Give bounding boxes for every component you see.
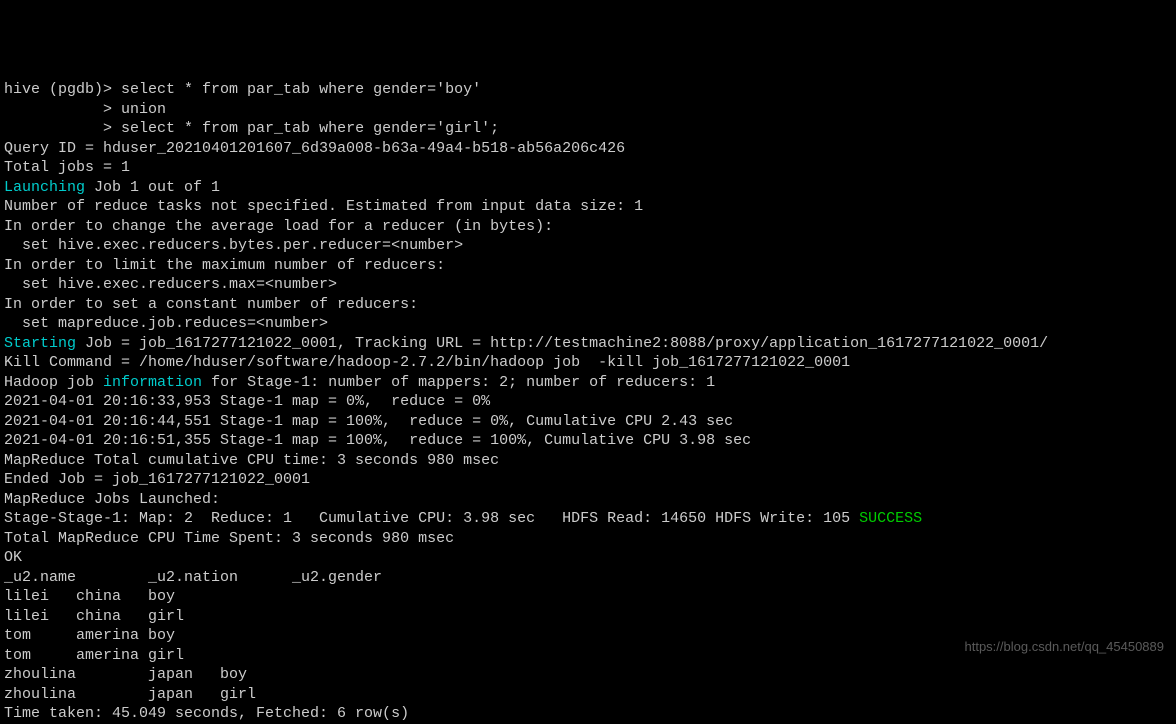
progress-line: 2021-04-01 20:16:51,355 Stage-1 map = 10…: [4, 432, 751, 449]
starting-rest: Job = job_1617277121022_0001, Tracking U…: [76, 335, 1048, 352]
result-row: tom amerina girl: [4, 647, 184, 664]
starting-keyword: Starting: [4, 335, 76, 352]
result-row: lilei china boy: [4, 588, 175, 605]
result-row: lilei china girl: [4, 608, 184, 625]
limit-max-hint: In order to limit the maximum number of …: [4, 257, 445, 274]
information-keyword: information: [103, 374, 202, 391]
time-taken: Time taken: 45.049 seconds, Fetched: 6 r…: [4, 705, 409, 722]
result-header: _u2.name _u2.nation _u2.gender: [4, 569, 382, 586]
prompt-cont: >: [4, 120, 121, 137]
result-row: tom amerina boy: [4, 627, 175, 644]
watermark: https://blog.csdn.net/qq_45450889: [965, 639, 1165, 656]
total-jobs: Total jobs = 1: [4, 159, 130, 176]
avg-load-hint: In order to change the average load for …: [4, 218, 553, 235]
set-bytes-hint: set hive.exec.reducers.bytes.per.reducer…: [4, 237, 463, 254]
progress-line: 2021-04-01 20:16:33,953 Stage-1 map = 0%…: [4, 393, 490, 410]
set-max-hint: set hive.exec.reducers.max=<number>: [4, 276, 337, 293]
sql-line2: union: [121, 101, 166, 118]
hadoop-job-post: for Stage-1: number of mappers: 2; numbe…: [202, 374, 715, 391]
query-id: Query ID = hduser_20210401201607_6d39a00…: [4, 140, 625, 157]
sql-line3: select * from par_tab where gender='girl…: [121, 120, 499, 137]
hadoop-job-pre: Hadoop job: [4, 374, 103, 391]
result-row: zhoulina japan girl: [4, 686, 256, 703]
result-row: zhoulina japan boy: [4, 666, 247, 683]
progress-line: 2021-04-01 20:16:44,551 Stage-1 map = 10…: [4, 413, 733, 430]
ended-job: Ended Job = job_1617277121022_0001: [4, 471, 310, 488]
prompt: hive (pgdb)>: [4, 81, 121, 98]
constant-num-hint: In order to set a constant number of red…: [4, 296, 418, 313]
total-cpu-time: MapReduce Total cumulative CPU time: 3 s…: [4, 452, 499, 469]
success-status: SUCCESS: [859, 510, 922, 527]
launching-rest: Job 1 out of 1: [85, 179, 220, 196]
total-cpu-spent: Total MapReduce CPU Time Spent: 3 second…: [4, 530, 454, 547]
launching-keyword: Launching: [4, 179, 85, 196]
reduce-tasks-info: Number of reduce tasks not specified. Es…: [4, 198, 643, 215]
prompt-cont: >: [4, 101, 121, 118]
kill-command: Kill Command = /home/hduser/software/had…: [4, 354, 850, 371]
set-mapreduce-hint: set mapreduce.job.reduces=<number>: [4, 315, 328, 332]
stage-summary: Stage-Stage-1: Map: 2 Reduce: 1 Cumulati…: [4, 510, 859, 527]
jobs-launched: MapReduce Jobs Launched:: [4, 491, 220, 508]
ok-status: OK: [4, 549, 22, 566]
sql-line1: select * from par_tab where gender='boy': [121, 81, 481, 98]
